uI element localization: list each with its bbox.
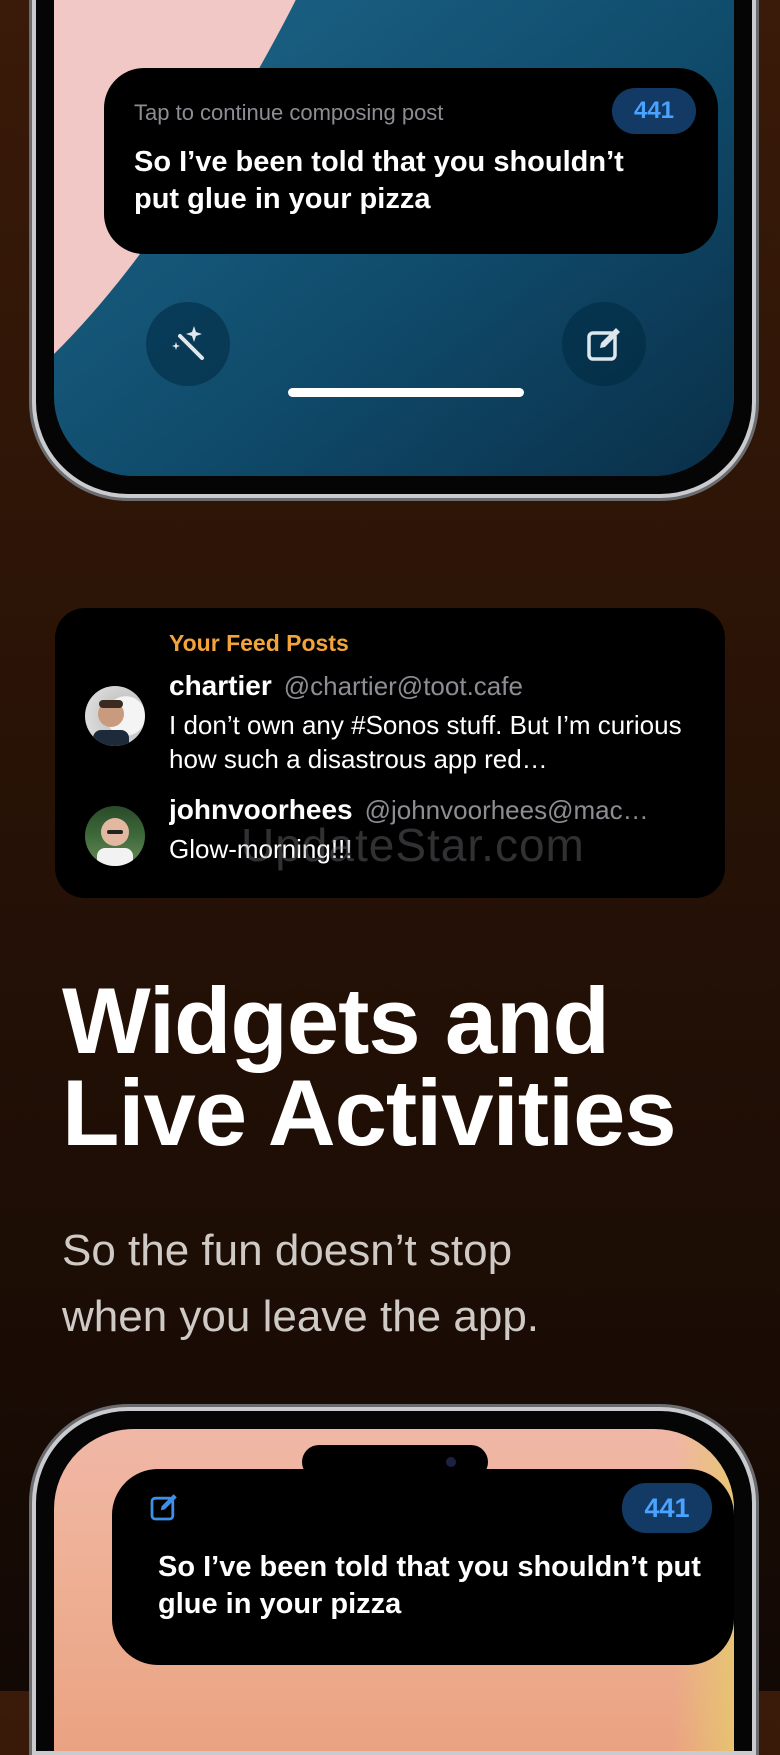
widget-title: Your Feed Posts xyxy=(169,630,349,656)
draft-post-text: So I’ve been told that you shouldn’t put… xyxy=(158,1551,701,1620)
lock-screen: 441 So I’ve been told that you shouldn’t… xyxy=(54,1429,734,1751)
subtitle-line-2: when you leave the app. xyxy=(62,1292,540,1341)
page-title: Widgets and Live Activities xyxy=(62,968,677,1165)
draft-post-text: So I’ve been told that you shouldn’t put… xyxy=(134,146,624,215)
camera-dot xyxy=(446,1457,456,1467)
post-author-name: chartier xyxy=(169,670,272,701)
post-author-handle: @chartier@toot.cafe xyxy=(283,671,523,701)
phone-mockup-bottom: 441 So I’ve been told that you shouldn’t… xyxy=(32,1407,756,1755)
avatar xyxy=(85,686,145,746)
avatar xyxy=(85,806,145,866)
compose-icon xyxy=(587,328,620,361)
subtitle: So the fun doesn’t stop when you leave t… xyxy=(62,1218,539,1350)
feed-posts-widget[interactable]: Your Feed Posts chartier @chartier@toot.c… xyxy=(55,608,725,898)
headline-line-1: Widgets and xyxy=(62,968,610,1073)
live-activity-card[interactable]: Tap to continue composing post 441 So I’… xyxy=(104,68,718,254)
magic-wand-icon xyxy=(172,326,204,360)
character-count-badge: 441 xyxy=(622,1483,712,1533)
live-activity-card[interactable]: 441 So I’ve been told that you shouldn’t… xyxy=(112,1469,734,1665)
home-indicator[interactable] xyxy=(288,388,524,397)
phone-mockup-top: Tap to continue composing post 441 So I’… xyxy=(32,0,756,498)
post-body: I don’t own any #Sonos stuff. But I’m cu… xyxy=(169,710,682,774)
magic-wand-button[interactable] xyxy=(146,302,230,386)
character-count-badge: 441 xyxy=(612,88,696,134)
watermark: UpdateStar.com xyxy=(241,819,585,871)
lock-screen: Tap to continue composing post 441 So I’… xyxy=(54,0,734,476)
headline-line-2: Live Activities xyxy=(62,1060,677,1165)
tap-to-continue-hint: Tap to continue composing post xyxy=(134,100,444,125)
compose-button[interactable] xyxy=(562,302,646,386)
subtitle-line-1: So the fun doesn’t stop xyxy=(62,1226,513,1275)
compose-icon xyxy=(148,1491,180,1528)
